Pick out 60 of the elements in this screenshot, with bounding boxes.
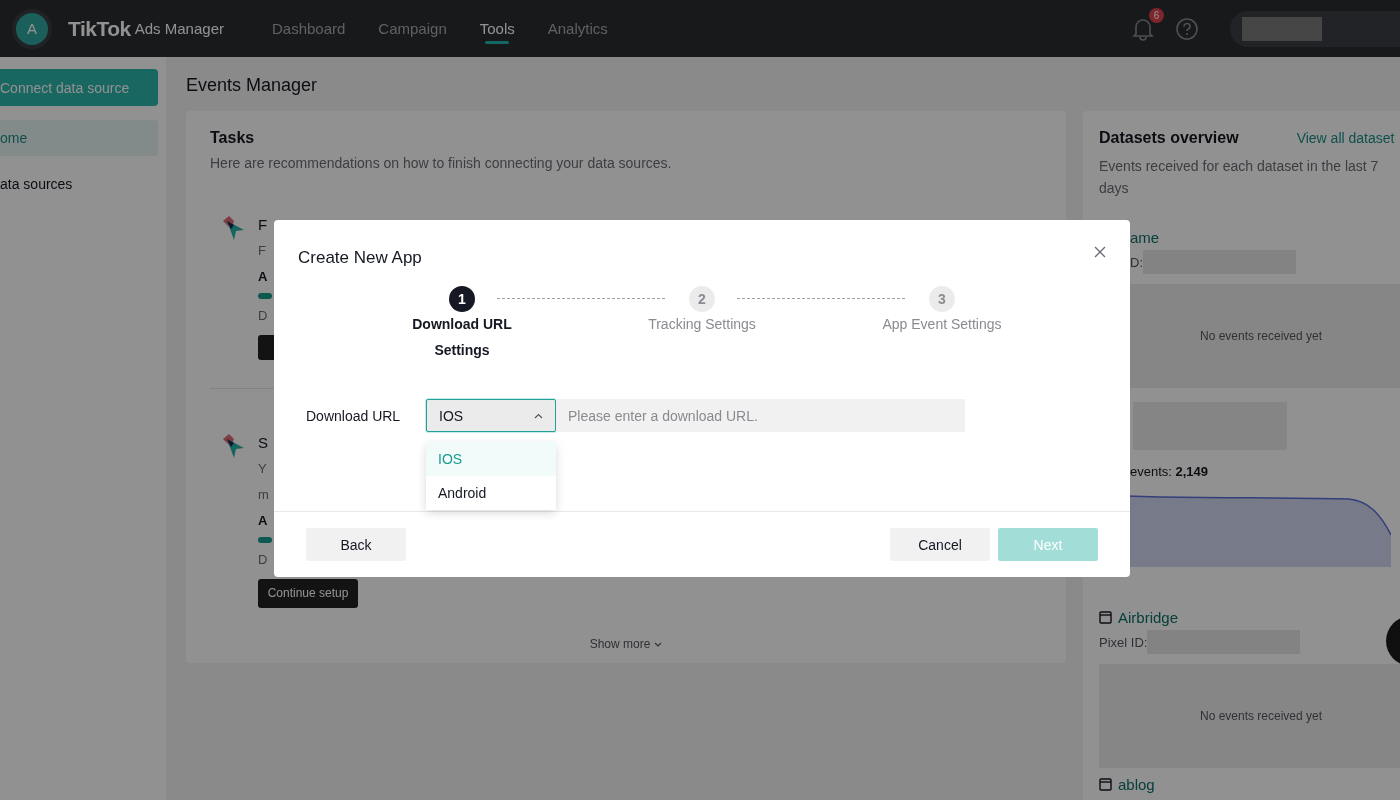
help-icon[interactable] <box>1176 17 1198 40</box>
close-icon[interactable] <box>1094 246 1106 258</box>
task-title: F <box>258 215 268 234</box>
dropdown-option[interactable]: IOS <box>426 442 556 476</box>
step-label: Download URL Settings <box>411 315 513 360</box>
events-total: events: 2,149 <box>1130 464 1210 479</box>
account-menu[interactable] <box>1230 10 1400 47</box>
field-label: Download URL <box>306 407 402 424</box>
task-description: Y <box>258 460 267 478</box>
card-description: Events received for each dataset in the last 7 days <box>1099 157 1380 198</box>
step-label: Tracking Settings <box>648 315 756 334</box>
nav-tab[interactable]: Campaign <box>362 0 463 57</box>
window-icon <box>1099 778 1112 791</box>
chevron-down-icon <box>654 641 663 647</box>
dialog-title: Create New App <box>298 248 422 268</box>
connect-data-source-button[interactable]: Connect data source <box>0 69 158 106</box>
id-label: Pixel ID: <box>1099 634 1148 650</box>
back-button[interactable]: Back <box>306 528 406 561</box>
card-title: Tasks <box>210 129 256 147</box>
logo: TikTok <box>68 16 131 41</box>
bell-icon[interactable] <box>1132 16 1154 41</box>
view-all-link[interactable]: View all dataset <box>1296 130 1395 146</box>
progress-indicator <box>258 537 272 543</box>
window-icon <box>1099 611 1112 624</box>
sidebar-item[interactable]: ata sources <box>0 166 158 202</box>
sidebar-item[interactable]: ome <box>0 120 158 156</box>
task-status: D <box>258 307 268 325</box>
card-description: Here are recommendations on how to finish connecting your data sources. <box>210 155 673 171</box>
dropdown-option[interactable]: Android <box>426 476 556 510</box>
progress-indicator <box>258 293 272 299</box>
card-title: Datasets overview <box>1099 129 1239 147</box>
step-number: 1 <box>449 286 475 312</box>
dataset-name[interactable]: ame <box>1130 229 1160 246</box>
platform-select[interactable]: IOS <box>426 399 556 432</box>
chevron-up-icon <box>534 412 543 419</box>
continue-button[interactable]: Continue setup <box>258 579 358 608</box>
nav-tab[interactable]: Dashboard <box>255 0 362 57</box>
empty-text: No events received yet <box>1199 329 1323 343</box>
url-input[interactable]: Please enter a download URL. <box>556 399 965 432</box>
dataset-name[interactable]: Airbridge <box>1118 609 1179 626</box>
step-number: 2 <box>689 286 715 312</box>
task-description: m <box>258 486 269 504</box>
avatar[interactable]: A <box>12 8 52 49</box>
step-label: App Event Settings <box>882 315 1002 334</box>
logo-subtitle: Ads Manager <box>134 20 224 37</box>
step-number: 3 <box>929 286 955 312</box>
id-label: D: <box>1130 254 1143 270</box>
cancel-button[interactable]: Cancel <box>890 528 990 561</box>
nav-tab[interactable]: Analytics <box>531 0 624 57</box>
task-description: F <box>258 242 266 260</box>
empty-text: No events received yet <box>1199 709 1323 723</box>
show-more-button[interactable]: Show more <box>583 636 669 652</box>
task-status: D <box>258 551 268 569</box>
task-label: A <box>258 268 268 286</box>
page-title: Events Manager <box>186 75 319 96</box>
dataset-name[interactable]: ablog <box>1118 776 1155 793</box>
task-title: S <box>258 433 268 452</box>
nav-tab[interactable]: Tools <box>463 0 531 57</box>
task-label: A <box>258 512 268 530</box>
notification-badge: 6 <box>1149 7 1164 23</box>
